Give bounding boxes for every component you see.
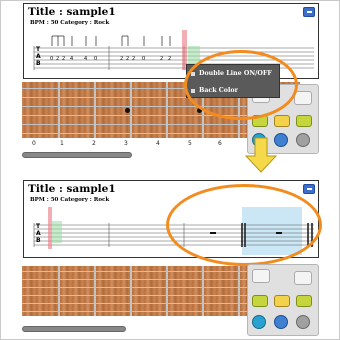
top-tab-letter-b: B bbox=[36, 60, 41, 67]
bottom-song-title: Title : sample1 bbox=[28, 183, 116, 195]
top-tab-letter-a: A bbox=[36, 53, 41, 60]
fret-line bbox=[166, 266, 168, 316]
fret-line bbox=[238, 266, 240, 316]
bottom-scrollbar[interactable] bbox=[22, 326, 126, 332]
bottom-selected-beat bbox=[52, 221, 62, 243]
bottom-song-meta: BPM : 50 Category : Rock bbox=[30, 197, 110, 203]
top-tab-number: 2 bbox=[120, 56, 124, 62]
top-tab-number: 0 bbox=[50, 56, 54, 62]
fret-line bbox=[130, 266, 132, 316]
top-tab-number: 2 bbox=[132, 56, 136, 62]
fret-number: 0 bbox=[32, 140, 36, 147]
fret-number: 3 bbox=[124, 140, 128, 147]
gear-icon[interactable] bbox=[296, 315, 310, 329]
fret-line bbox=[94, 266, 96, 316]
bottom-panel: Title : sample1 BPM : 50 Category : Rock bbox=[0, 170, 340, 340]
arrow-down-icon bbox=[244, 137, 278, 173]
top-song-meta: BPM : 50 Category : Rock bbox=[30, 20, 110, 26]
fret-number: 5 bbox=[188, 140, 192, 147]
fret-line bbox=[166, 82, 168, 138]
top-tab-number: 2 bbox=[160, 56, 164, 62]
power-icon[interactable] bbox=[274, 315, 288, 329]
top-menu-icon[interactable] bbox=[303, 7, 315, 17]
bottom-menu-icon[interactable] bbox=[303, 184, 315, 194]
list-icon[interactable] bbox=[274, 295, 290, 307]
top-tab-number: 2 bbox=[56, 56, 60, 62]
top-panel: Title : sample1 BPM : 50 Category : Rock bbox=[0, 0, 340, 170]
top-tab-number: 2 bbox=[126, 56, 130, 62]
top-song-title: Title : sample1 bbox=[28, 6, 116, 18]
arrow-right-icon[interactable] bbox=[294, 91, 312, 105]
play-icon[interactable] bbox=[252, 315, 266, 329]
bottom-callout-ellipse bbox=[166, 184, 322, 266]
fret-number: 1 bbox=[60, 140, 64, 147]
top-tab-number: 4 bbox=[84, 56, 88, 62]
bottom-tab-letter-t: T bbox=[36, 223, 41, 230]
shuffle-icon[interactable] bbox=[252, 295, 268, 307]
top-tab-letter-t: T bbox=[36, 46, 41, 53]
fret-line bbox=[58, 266, 60, 316]
fret-line bbox=[94, 82, 96, 138]
fret-line bbox=[58, 82, 60, 138]
bottom-tab-letter-a: A bbox=[36, 230, 41, 237]
bottom-toolbox bbox=[247, 264, 319, 336]
top-tab-number: 0 bbox=[94, 56, 98, 62]
fret-number: 4 bbox=[156, 140, 160, 147]
fret-line bbox=[130, 82, 132, 138]
fret-dot bbox=[125, 108, 130, 113]
fret-line bbox=[202, 266, 204, 316]
top-scrollbar[interactable] bbox=[22, 152, 132, 158]
top-tab-number: 2 bbox=[168, 56, 172, 62]
top-callout-ellipse bbox=[184, 50, 298, 120]
fret-number: 2 bbox=[92, 140, 96, 147]
top-tab-number: 4 bbox=[70, 56, 74, 62]
top-tab-number: 2 bbox=[62, 56, 66, 62]
list-icon[interactable] bbox=[274, 115, 290, 127]
top-tab-number: 0 bbox=[142, 56, 146, 62]
list-icon[interactable] bbox=[296, 295, 312, 307]
bottom-tab-letter-b: B bbox=[36, 237, 41, 244]
arrow-left-icon[interactable] bbox=[252, 269, 270, 283]
gear-icon[interactable] bbox=[296, 133, 310, 147]
arrow-right-icon[interactable] bbox=[294, 271, 312, 285]
fret-number: 6 bbox=[218, 140, 222, 147]
list-icon[interactable] bbox=[296, 115, 312, 127]
